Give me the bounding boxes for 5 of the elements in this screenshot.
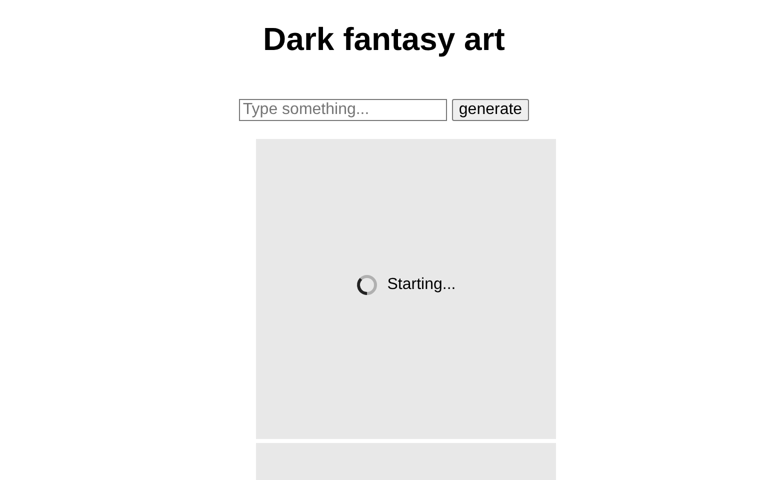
spinner-icon xyxy=(356,274,378,296)
generate-button[interactable]: generate xyxy=(452,99,530,121)
status-text: Starting... xyxy=(387,276,456,294)
page-title: Dark fantasy art xyxy=(263,21,505,58)
prompt-field[interactable]: Type something... xyxy=(238,99,447,121)
